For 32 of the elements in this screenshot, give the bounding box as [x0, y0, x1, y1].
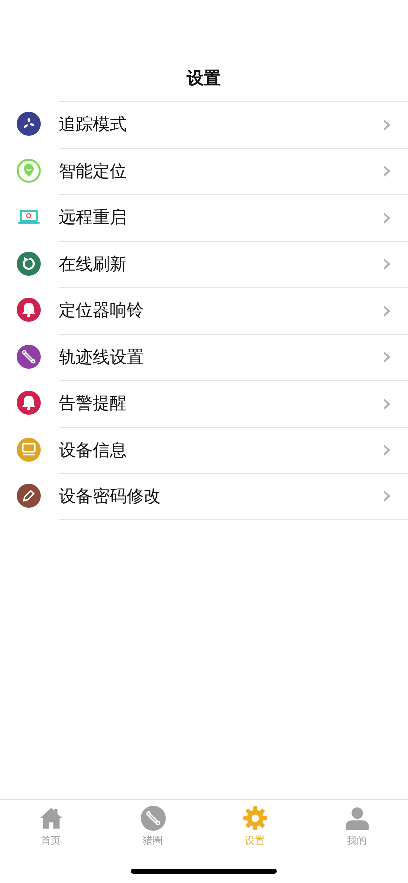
chevron-icon: › [382, 251, 392, 278]
settings-item[interactable]: 告警提醒 › [0, 380, 408, 426]
chevron-icon: › [382, 158, 392, 184]
item-label: 智能定位 [59, 160, 127, 183]
settings-item[interactable]: 设备密码修改 › [0, 473, 408, 520]
settings-item[interactable]: 在线刷新 › [0, 240, 408, 287]
settings-item[interactable]: 远程重启 › [0, 194, 408, 240]
item-label: 远程重启 [59, 207, 127, 230]
item-label: 设备密码修改 [59, 486, 161, 508]
chevron-icon: › [382, 483, 392, 510]
item-label: 追踪模式 [59, 114, 127, 136]
settings-item[interactable]: 追踪模式 › [0, 101, 408, 148]
gear-icon [242, 806, 268, 831]
chevron-icon: › [382, 437, 392, 464]
chevron-icon: › [382, 298, 392, 324]
settings-item[interactable]: 智能定位 › [0, 148, 408, 194]
chevron-icon: › [382, 390, 392, 417]
link-icon [140, 806, 166, 831]
settings-item[interactable]: 定位器响铃 › [0, 287, 408, 334]
page-title: 设置 [187, 68, 221, 91]
settings-item[interactable]: 设备信息 › [0, 426, 408, 473]
settings-item[interactable]: 轨迹线设置 › [0, 334, 408, 380]
chevron-icon: › [382, 112, 392, 138]
chevron-icon: › [382, 344, 392, 370]
item-label: 轨迹线设置 [59, 346, 144, 369]
item-label: 设备信息 [59, 440, 127, 462]
item-label: 在线刷新 [59, 254, 127, 276]
home-icon [38, 806, 64, 831]
person-icon [344, 806, 370, 831]
chevron-icon: › [382, 204, 392, 231]
item-label: 告警提醒 [59, 393, 127, 416]
item-label: 定位器响铃 [59, 300, 144, 322]
